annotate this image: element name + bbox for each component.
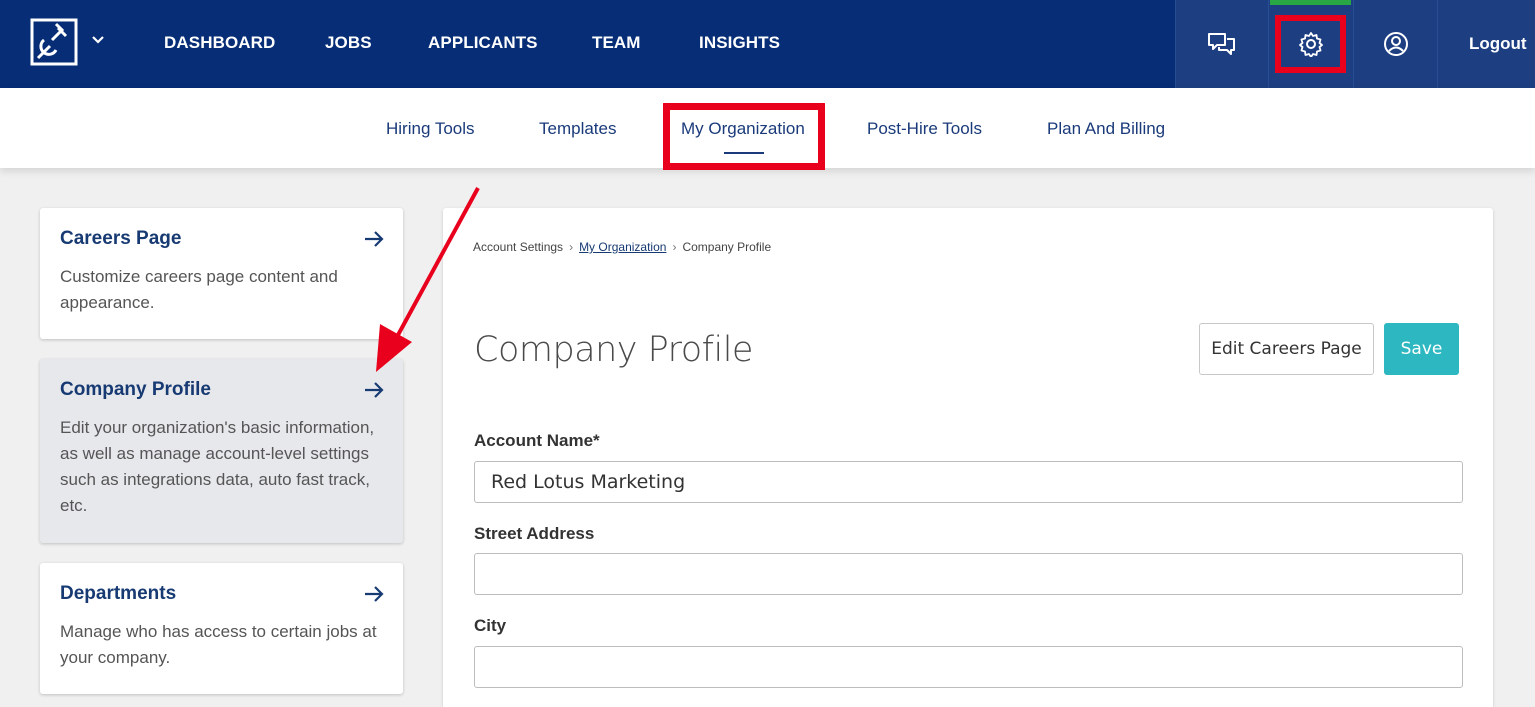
user-circle-icon [1383, 32, 1408, 56]
tab-hiring-tools[interactable]: Hiring Tools [386, 119, 475, 139]
breadcrumb-separator-icon: › [672, 240, 677, 254]
breadcrumb-root: Account Settings [473, 240, 564, 254]
settings-highlight-box [1275, 15, 1346, 73]
card-careers-page[interactable]: Careers Page Customize careers page cont… [40, 208, 403, 339]
city-label: City [474, 616, 507, 635]
breadcrumb-my-organization-link[interactable]: My Organization [579, 240, 666, 254]
tab-templates[interactable]: Templates [539, 119, 616, 139]
my-organization-highlight-box [663, 103, 825, 170]
settings-active-indicator [1270, 0, 1351, 5]
arrow-right-icon [365, 586, 384, 602]
nav-jobs[interactable]: JOBS [325, 33, 372, 53]
messages-button[interactable] [1175, 0, 1268, 88]
card-description: Edit your organization's basic informati… [60, 418, 375, 515]
arrow-right-icon [365, 382, 384, 398]
tab-post-hire-tools[interactable]: Post-Hire Tools [867, 119, 982, 139]
company-logo-icon[interactable] [30, 18, 78, 66]
account-name-input[interactable] [474, 461, 1463, 503]
chat-bubbles-icon [1208, 33, 1235, 55]
nav-insights[interactable]: INSIGHTS [699, 33, 780, 53]
save-button[interactable]: Save [1384, 323, 1459, 375]
card-title: Company Profile [60, 379, 211, 400]
street-address-label: Street Address [474, 524, 595, 543]
card-departments[interactable]: Departments Manage who has access to cer… [40, 563, 403, 694]
nav-applicants[interactable]: APPLICANTS [428, 33, 538, 53]
breadcrumb-current: Company Profile [682, 240, 772, 254]
edit-careers-page-button[interactable]: Edit Careers Page [1199, 323, 1374, 375]
company-profile-panel: Account Settings › My Organization › Com… [443, 208, 1493, 707]
card-title: Careers Page [60, 228, 182, 249]
page-title: Company Profile [474, 330, 753, 370]
logout-button[interactable]: Logout [1437, 0, 1535, 88]
card-company-profile[interactable]: Company Profile Edit your organization's… [40, 359, 403, 543]
card-description: Manage who has access to certain jobs at… [60, 622, 377, 667]
breadcrumb-separator-icon: › [569, 240, 574, 254]
card-description: Customize careers page content and appea… [60, 267, 338, 312]
breadcrumb: Account Settings › My Organization › Com… [473, 240, 771, 254]
nav-dashboard[interactable]: DASHBOARD [164, 33, 275, 53]
account-name-label: Account Name* [474, 431, 600, 450]
tab-plan-and-billing[interactable]: Plan And Billing [1047, 119, 1165, 139]
nav-team[interactable]: TEAM [592, 33, 641, 53]
logout-label: Logout [1469, 34, 1527, 53]
chevron-down-icon[interactable] [90, 32, 106, 48]
card-title: Departments [60, 583, 177, 604]
street-address-input[interactable] [474, 553, 1463, 595]
city-input[interactable] [474, 646, 1463, 688]
profile-button[interactable] [1353, 0, 1437, 88]
arrow-right-icon [365, 231, 384, 247]
